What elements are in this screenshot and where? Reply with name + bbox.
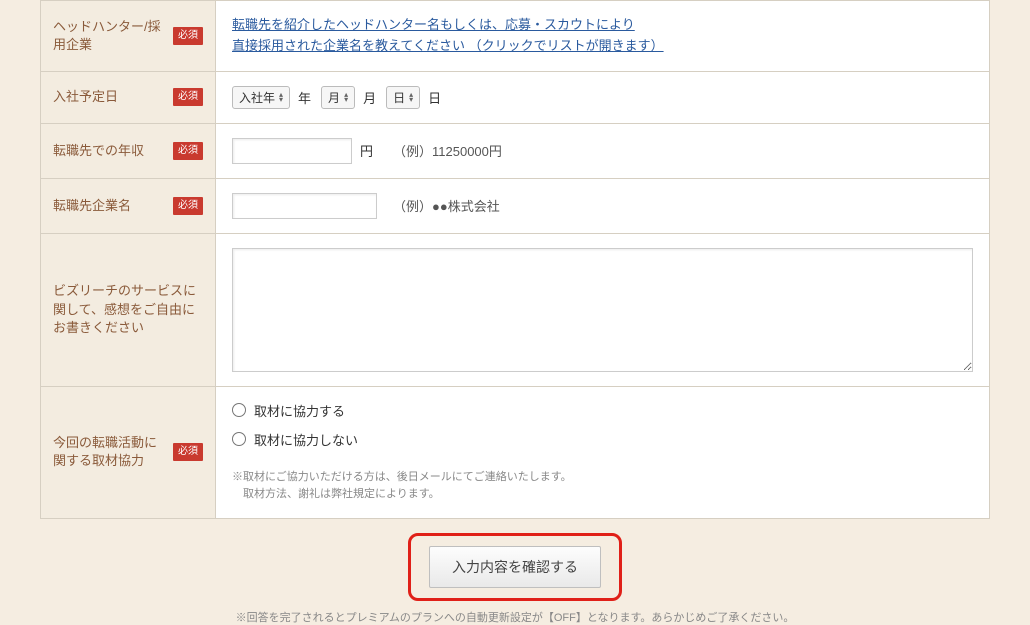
- required-badge: 必須: [173, 142, 203, 160]
- coverage-yes-label: 取材に協力する: [254, 401, 345, 420]
- row-coverage: 今回の転職活動に関する取材協力 必須 取材に協力する 取材に協力しない ※取材に…: [41, 387, 989, 518]
- row-feedback: ビズリーチのサービスに関して、感想をご自由にお書きください: [41, 234, 989, 387]
- label-cell-company: 転職先企業名 必須: [41, 179, 216, 233]
- label-start-date: 入社予定日: [53, 88, 165, 106]
- label-cell-headhunter: ヘッドハンター/採用企業 必須: [41, 1, 216, 71]
- row-start-date: 入社予定日 必須 入社年 ▴▾ 年 月 ▴▾ 月 日 ▴▾ 日: [41, 72, 989, 124]
- form-container: ヘッドハンター/採用企業 必須 転職先を紹介したヘッドハンター名もしくは、応募・…: [40, 0, 990, 519]
- row-company: 転職先企業名 必須 （例）●●株式会社: [41, 179, 989, 234]
- headhunter-link-line2: 直接採用された企業名を教えてください （クリックでリストが開きます）: [232, 36, 664, 57]
- feedback-textarea[interactable]: [232, 248, 973, 372]
- salary-unit: 円: [360, 141, 373, 160]
- day-unit: 日: [428, 88, 441, 107]
- coverage-yes-radio[interactable]: [232, 403, 246, 417]
- month-unit: 月: [363, 88, 376, 107]
- coverage-no-radio[interactable]: [232, 432, 246, 446]
- day-select-value: 日: [393, 89, 405, 106]
- label-company: 転職先企業名: [53, 197, 165, 215]
- input-cell-headhunter: 転職先を紹介したヘッドハンター名もしくは、応募・スカウトにより 直接採用された企…: [216, 1, 989, 71]
- year-unit: 年: [298, 88, 311, 107]
- required-badge: 必須: [173, 197, 203, 215]
- salary-example: （例）11250000円: [393, 141, 502, 160]
- label-headhunter: ヘッドハンター/採用企業: [53, 18, 165, 54]
- submit-highlight: 入力内容を確認する: [408, 533, 622, 601]
- company-example: （例）●●株式会社: [393, 196, 500, 215]
- footer-note: ※回答を完了されるとプレミアムのプランへの自動更新設定が【OFF】となります。あ…: [40, 609, 990, 625]
- row-headhunter: ヘッドハンター/採用企業 必須 転職先を紹介したヘッドハンター名もしくは、応募・…: [41, 1, 989, 72]
- coverage-yes-option[interactable]: 取材に協力する: [232, 401, 973, 420]
- coverage-no-label: 取材に協力しない: [254, 430, 358, 449]
- year-select[interactable]: 入社年 ▴▾: [232, 86, 290, 109]
- required-badge: 必須: [173, 443, 203, 461]
- input-cell-coverage: 取材に協力する 取材に協力しない ※取材にご協力いただける方は、後日メールにてご…: [216, 387, 989, 518]
- headhunter-selector-link[interactable]: 転職先を紹介したヘッドハンター名もしくは、応募・スカウトにより 直接採用された企…: [232, 15, 664, 57]
- coverage-radio-group: 取材に協力する 取材に協力しない ※取材にご協力いただける方は、後日メールにてご…: [232, 401, 973, 504]
- label-cell-coverage: 今回の転職活動に関する取材協力 必須: [41, 387, 216, 518]
- select-arrows-icon: ▴▾: [344, 92, 348, 103]
- label-feedback: ビズリーチのサービスに関して、感想をご自由にお書きください: [53, 282, 203, 337]
- headhunter-link-line1: 転職先を紹介したヘッドハンター名もしくは、応募・スカウトにより: [232, 17, 635, 32]
- label-coverage: 今回の転職活動に関する取材協力: [53, 434, 165, 470]
- required-badge: 必須: [173, 88, 203, 106]
- label-cell-feedback: ビズリーチのサービスに関して、感想をご自由にお書きください: [41, 234, 216, 386]
- company-input[interactable]: [232, 193, 377, 219]
- required-badge: 必須: [173, 27, 203, 45]
- coverage-note: ※取材にご協力いただける方は、後日メールにてご連絡いたします。 取材方法、謝礼は…: [232, 469, 973, 504]
- year-select-value: 入社年: [239, 89, 275, 106]
- select-arrows-icon: ▴▾: [409, 92, 413, 103]
- coverage-no-option[interactable]: 取材に協力しない: [232, 430, 973, 449]
- label-cell-start-date: 入社予定日 必須: [41, 72, 216, 123]
- row-salary: 転職先での年収 必須 円 （例）11250000円: [41, 124, 989, 179]
- month-select[interactable]: 月 ▴▾: [321, 86, 355, 109]
- input-cell-feedback: [216, 234, 989, 386]
- submit-area: 入力内容を確認する: [40, 519, 990, 607]
- coverage-note-line1: ※取材にご協力いただける方は、後日メールにてご連絡いたします。: [232, 471, 572, 483]
- input-cell-start-date: 入社年 ▴▾ 年 月 ▴▾ 月 日 ▴▾ 日: [216, 72, 989, 123]
- select-arrows-icon: ▴▾: [279, 92, 283, 103]
- salary-input[interactable]: [232, 138, 352, 164]
- month-select-value: 月: [328, 89, 340, 106]
- input-cell-salary: 円 （例）11250000円: [216, 124, 989, 178]
- confirm-button[interactable]: 入力内容を確認する: [429, 546, 601, 588]
- label-cell-salary: 転職先での年収 必須: [41, 124, 216, 178]
- input-cell-company: （例）●●株式会社: [216, 179, 989, 233]
- day-select[interactable]: 日 ▴▾: [386, 86, 420, 109]
- coverage-note-line2: 取材方法、謝礼は弊社規定によります。: [232, 488, 440, 500]
- label-salary: 転職先での年収: [53, 142, 165, 160]
